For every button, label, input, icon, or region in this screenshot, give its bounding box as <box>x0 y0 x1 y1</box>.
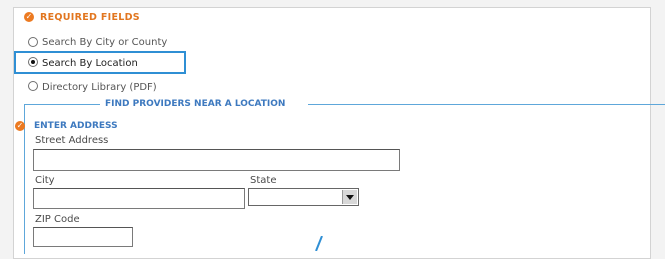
enter-address-label: ENTER ADDRESS <box>34 121 118 131</box>
street-address-input[interactable] <box>33 149 400 171</box>
state-label: State <box>250 175 277 186</box>
street-address-label: Street Address <box>35 135 109 146</box>
callout-line <box>315 236 323 251</box>
city-input[interactable] <box>33 188 245 209</box>
zip-code-label: ZIP Code <box>35 214 80 225</box>
radio-label-directory-library[interactable]: Directory Library (PDF) <box>42 82 157 93</box>
radio-label-search-by-location[interactable]: Search By Location <box>42 58 138 69</box>
radio-search-by-city[interactable] <box>28 37 38 47</box>
fieldset-border-left-top <box>24 104 100 105</box>
city-label: City <box>35 175 55 186</box>
chevron-down-icon[interactable] <box>342 190 357 204</box>
radio-label-search-by-city[interactable]: Search By City or County <box>42 37 167 48</box>
radio-search-by-location[interactable] <box>28 57 38 67</box>
fieldset-border-right-top <box>308 104 665 105</box>
zip-code-input[interactable] <box>33 227 133 247</box>
required-fields-label: REQUIRED FIELDS <box>40 12 140 23</box>
radio-directory-library[interactable] <box>28 81 38 91</box>
required-fields-icon: ✓ <box>24 12 34 22</box>
enter-address-required-icon: ✓ <box>15 121 25 131</box>
fieldset-legend: FIND PROVIDERS NEAR A LOCATION <box>105 99 286 109</box>
state-select[interactable] <box>248 188 359 206</box>
